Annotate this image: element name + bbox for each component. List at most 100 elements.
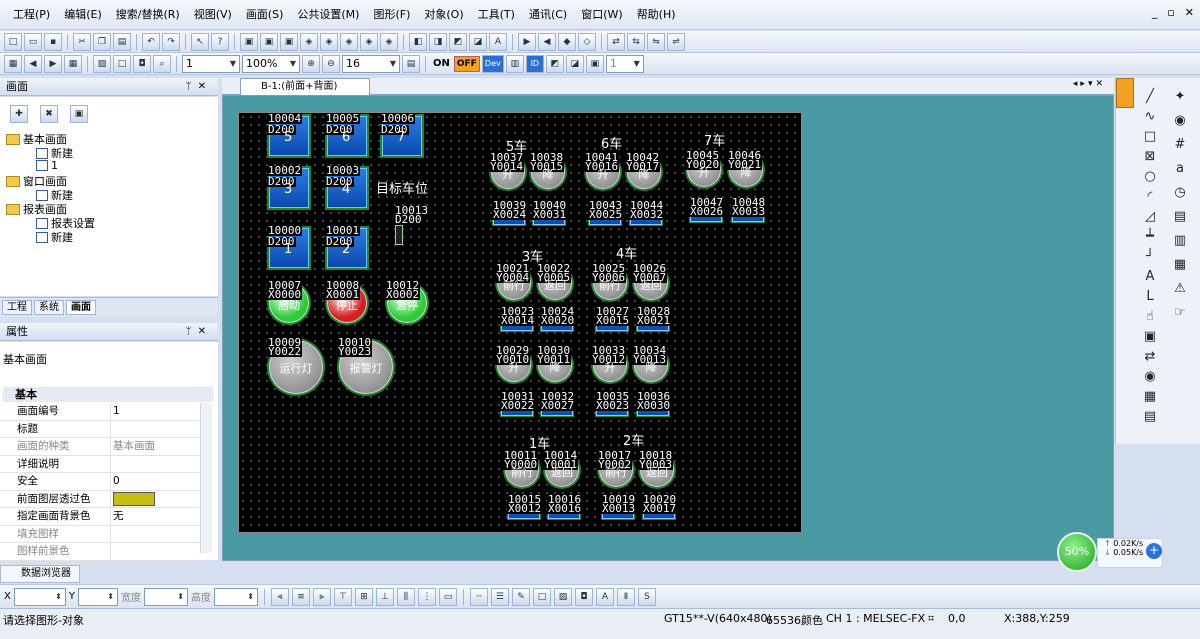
pin-icon[interactable]: ᛘ✕ xyxy=(186,323,212,341)
property-row[interactable]: 指定画面背景色 无 xyxy=(0,508,200,526)
text-icon[interactable]: A xyxy=(1142,268,1158,284)
frame-icon[interactable]: □ xyxy=(532,587,551,606)
abc-icon[interactable]: A xyxy=(489,32,507,51)
device-display-button[interactable]: Dev xyxy=(481,54,504,73)
layer-icon[interactable]: ▦ xyxy=(4,54,22,73)
select-arrow-icon[interactable]: ↖ xyxy=(191,32,209,51)
property-row[interactable]: 详细说明 xyxy=(0,455,200,473)
transfer-icon[interactable]: ⇆ xyxy=(627,32,645,51)
zoom-out-icon[interactable]: ⊖ xyxy=(322,54,340,73)
property-row[interactable]: 前面图层透过色 xyxy=(0,490,200,508)
menu-item[interactable]: 帮助(H) xyxy=(630,0,683,30)
tab-nav-icon[interactable]: ◂▸▾✕ xyxy=(1073,79,1106,89)
align-top-icon[interactable]: ⊤ xyxy=(333,587,352,606)
device-icon[interactable]: ◈ xyxy=(360,32,378,51)
x-input[interactable]: ⬍ xyxy=(13,587,66,606)
pattern-icon[interactable]: ▨ xyxy=(93,54,111,73)
width-input[interactable]: ⬍ xyxy=(143,587,188,606)
menu-item[interactable]: 搜索/替换(R) xyxy=(109,0,187,30)
menu-item[interactable]: 视图(V) xyxy=(187,0,239,30)
pin-icon[interactable]: ᛘ✕ xyxy=(186,78,212,96)
zoom-combo[interactable]: 100% ▼ xyxy=(242,54,300,73)
tree-node-screen-1[interactable]: 1 xyxy=(36,159,58,172)
sector-icon[interactable]: ◿ xyxy=(1142,208,1158,224)
cut-icon[interactable]: ✂ xyxy=(73,32,91,51)
layer-front-icon[interactable]: ◩ xyxy=(545,54,564,73)
tree-node-new[interactable]: 新建 xyxy=(36,229,73,245)
on-toggle[interactable]: ON xyxy=(431,58,452,69)
lamp-icon[interactable]: ◉ xyxy=(1142,368,1158,384)
rect-icon[interactable]: □ xyxy=(113,54,131,73)
menu-item[interactable]: 编辑(E) xyxy=(57,0,109,30)
menu-item[interactable]: 工具(T) xyxy=(471,0,522,30)
menu-item[interactable]: 画面(S) xyxy=(239,0,291,30)
pattern-icon[interactable]: ▨ xyxy=(553,587,572,606)
object-icon[interactable]: ◪ xyxy=(469,32,487,51)
redo-icon[interactable]: ↷ xyxy=(162,32,180,51)
close-icon[interactable]: ✕ xyxy=(1185,6,1194,19)
read-icon[interactable]: ◀ xyxy=(538,32,556,51)
off-toggle[interactable]: OFF xyxy=(453,55,480,72)
hmi-canvas[interactable]: 10004 D200 5 10005 D200 6 10006 D200 7 10002 D200 3… xyxy=(238,112,802,533)
properties-section-basic[interactable]: 基本 xyxy=(3,387,213,402)
minimize-icon[interactable]: _ xyxy=(1152,6,1158,19)
arc-icon[interactable]: ◜ xyxy=(1142,188,1158,204)
component-icon[interactable]: ▤ xyxy=(1142,408,1158,424)
bulb-icon[interactable]: ✦ xyxy=(1172,88,1188,104)
property-row[interactable]: 填充图样 xyxy=(0,525,200,543)
layer-combo[interactable]: 1 ▼ xyxy=(605,54,644,73)
height-input[interactable]: ⬍ xyxy=(213,587,258,606)
menu-item[interactable]: 公共设置(M) xyxy=(290,0,366,30)
new-icon[interactable]: □ xyxy=(4,32,22,51)
screen-icon[interactable]: ▣ xyxy=(240,32,258,51)
property-row[interactable]: 图样前景色 xyxy=(0,543,200,561)
device-icon[interactable]: ▦ xyxy=(1142,388,1158,404)
line-icon[interactable]: ╱ xyxy=(1142,88,1158,104)
text-size-icon[interactable]: Ⅱ xyxy=(616,587,635,606)
menu-item[interactable]: 窗口(W) xyxy=(574,0,629,30)
text-color-icon[interactable]: A xyxy=(595,587,614,606)
line-width-icon[interactable]: ☰ xyxy=(490,587,509,606)
lamp-icon[interactable]: ◉ xyxy=(1172,112,1188,128)
ascii-icon[interactable]: a xyxy=(1172,160,1188,176)
property-row[interactable]: 安全 0 xyxy=(0,473,200,491)
touch-icon[interactable]: ☞ xyxy=(1172,304,1188,320)
palette-tab[interactable] xyxy=(1116,78,1134,108)
transfer-icon[interactable]: ⇄ xyxy=(1142,348,1158,364)
tab-project[interactable]: 工程 xyxy=(2,300,32,315)
data-browser-tab[interactable]: 数据浏览器 xyxy=(0,565,80,583)
paste-icon[interactable]: ▤ xyxy=(113,32,131,51)
device-icon[interactable]: ◈ xyxy=(380,32,398,51)
menu-item[interactable]: 图形(F) xyxy=(366,0,417,30)
comment-icon[interactable]: ▤ xyxy=(1172,208,1188,224)
network-percent[interactable]: 50% xyxy=(1057,532,1097,572)
verify-icon[interactable]: ◆ xyxy=(558,32,576,51)
line-style-icon[interactable]: ┄ xyxy=(469,587,488,606)
image-icon[interactable]: ▣ xyxy=(1142,328,1158,344)
hand-icon[interactable]: ☝ xyxy=(1142,308,1158,324)
layer-icon[interactable]: ▦ xyxy=(64,54,82,73)
screen-icon[interactable]: ▣ xyxy=(260,32,278,51)
align-middle-icon[interactable]: ⊞ xyxy=(354,587,373,606)
same-size-icon[interactable]: ▭ xyxy=(438,587,457,606)
scale-icon[interactable]: ┷ xyxy=(1142,228,1158,244)
distribute-v-icon[interactable]: ⋮ xyxy=(417,587,436,606)
help-icon[interactable]: ? xyxy=(211,32,229,51)
restore-icon[interactable]: ▫ xyxy=(1167,6,1174,19)
device-icon[interactable]: ◈ xyxy=(300,32,318,51)
fill-color-icon[interactable]: ◘ xyxy=(574,587,593,606)
comment-icon[interactable]: L xyxy=(1142,288,1158,304)
object-icon[interactable]: ◨ xyxy=(429,32,447,51)
polygon-icon[interactable]: ⊠ xyxy=(1142,148,1158,164)
zoom-in-icon[interactable]: ⊕ xyxy=(302,54,320,73)
align-left-icon[interactable]: ⫷ xyxy=(270,587,289,606)
grid-icon[interactable]: ▤ xyxy=(402,54,420,73)
distribute-h-icon[interactable]: ⫼ xyxy=(396,587,415,606)
clock-icon[interactable]: ◷ xyxy=(1172,184,1188,200)
plus-icon[interactable]: + xyxy=(1146,543,1162,559)
menu-item[interactable]: 对象(O) xyxy=(417,0,470,30)
undo-icon[interactable]: ↶ xyxy=(142,32,160,51)
display-icon[interactable]: ▥ xyxy=(505,54,524,73)
screen-number-combo[interactable]: 1 ▼ xyxy=(182,54,240,73)
transfer-icon[interactable]: ⇌ xyxy=(667,32,685,51)
